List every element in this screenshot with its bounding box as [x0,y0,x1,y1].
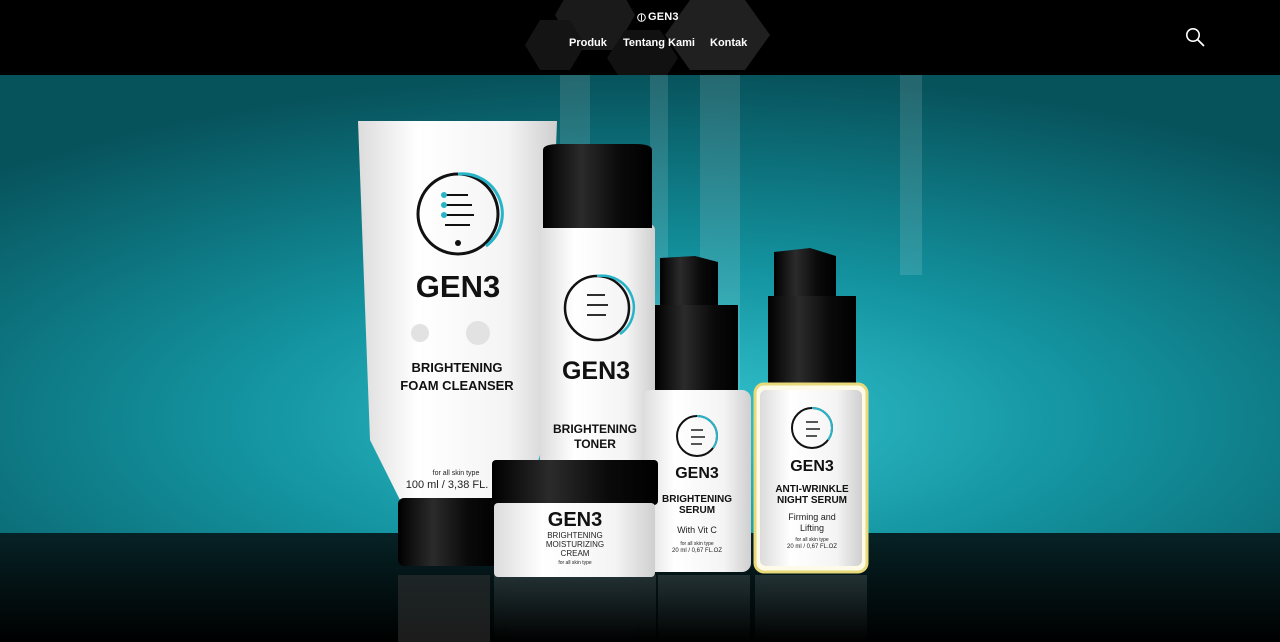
serum-sub: With Vit C [677,525,717,535]
floor-reflection [398,575,867,642]
toner-brand: GEN3 [562,357,630,385]
serum-brand: GEN3 [675,465,719,482]
cleanser-skin: for all skin type [433,470,480,477]
serum-skin: for all skin type [680,541,714,547]
logo-text: GEN3 [648,11,679,23]
cleanser-line1: BRIGHTENING [412,360,503,375]
night-serum-line1: ANTI-WRINKLE [775,484,849,495]
logo[interactable]: GEN3 [637,11,679,23]
night-serum-sub1: Firming and [788,512,836,522]
cleanser-volume: 100 ml / 3,38 FL. [406,479,489,491]
cleanser-line2: FOAM CLEANSER [400,378,514,393]
nav-item-kontak[interactable]: Kontak [710,37,747,49]
night-serum-skin: for all skin type [795,537,829,543]
hero-banner: GEN3 BRIGHTENING FOAM CLEANSER for all s… [0,75,1280,642]
night-serum-sub2: Lifting [800,523,824,533]
nav-item-tentang-kami[interactable]: Tentang Kami [623,37,695,49]
cream-line2: MOISTURIZING [546,540,604,549]
toner-line2: TONER [574,437,616,451]
toner-line1: BRIGHTENING [553,422,637,436]
cream-line1: BRIGHTENING [547,531,603,540]
night-serum-line2: NIGHT SERUM [777,495,847,506]
cream-skin: for all skin type [558,560,592,566]
product-toner: GEN3 BRIGHTENING TONER [540,144,655,474]
cream-line3: CREAM [561,549,590,558]
hero-image: GEN3 BRIGHTENING FOAM CLEANSER for all s… [0,75,1280,642]
product-night-serum: GEN3 ANTI-WRINKLE NIGHT SERUM Firming an… [753,248,869,574]
main-nav: Produk Tentang Kami Kontak [0,37,1280,51]
serum-line2: SERUM [679,505,715,516]
cream-brand: GEN3 [548,509,602,531]
product-cream: GEN3 BRIGHTENING MOISTURIZING CREAM for … [492,460,658,577]
logo-icon [637,12,646,22]
site-header: GEN3 Produk Tentang Kami Kontak [0,0,1280,75]
serum-volume: 20 ml / 0,67 FL.OZ [672,548,722,554]
serum-line1: BRIGHTENING [662,494,732,505]
night-serum-volume: 20 ml / 0,67 FL.OZ [787,544,837,550]
cleanser-brand: GEN3 [416,269,500,304]
nav-item-produk[interactable]: Produk [569,37,607,49]
night-serum-brand: GEN3 [790,458,834,475]
search-icon[interactable] [1185,27,1205,47]
